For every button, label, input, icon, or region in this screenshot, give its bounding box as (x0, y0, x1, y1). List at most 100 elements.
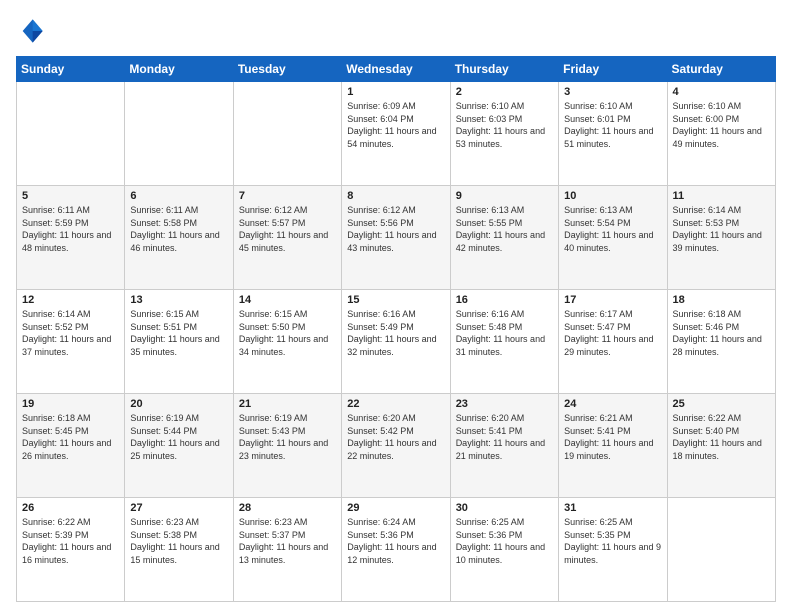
day-number: 8 (347, 190, 444, 202)
calendar-cell (17, 82, 125, 186)
day-info: Sunrise: 6:10 AM Sunset: 6:01 PM Dayligh… (564, 100, 661, 150)
calendar-cell: 4 Sunrise: 6:10 AM Sunset: 6:00 PM Daylig… (667, 82, 775, 186)
calendar-cell: 31 Sunrise: 6:25 AM Sunset: 5:35 PM Dayli… (559, 498, 667, 602)
day-number: 4 (673, 86, 770, 98)
day-number: 24 (564, 398, 661, 410)
day-number: 17 (564, 294, 661, 306)
day-number: 28 (239, 502, 336, 514)
day-info: Sunrise: 6:18 AM Sunset: 5:45 PM Dayligh… (22, 412, 119, 462)
day-info: Sunrise: 6:19 AM Sunset: 5:44 PM Dayligh… (130, 412, 227, 462)
day-info: Sunrise: 6:11 AM Sunset: 5:58 PM Dayligh… (130, 204, 227, 254)
day-number: 19 (22, 398, 119, 410)
day-info: Sunrise: 6:23 AM Sunset: 5:37 PM Dayligh… (239, 516, 336, 566)
calendar-cell: 8 Sunrise: 6:12 AM Sunset: 5:56 PM Daylig… (342, 186, 450, 290)
calendar-cell: 1Sunrise: 6:09 AM Sunset: 6:04 PM Daylig… (342, 82, 450, 186)
day-info: Sunrise: 6:25 AM Sunset: 5:35 PM Dayligh… (564, 516, 661, 566)
calendar-cell: 25Sunrise: 6:22 AM Sunset: 5:40 PM Dayli… (667, 394, 775, 498)
day-info: Sunrise: 6:17 AM Sunset: 5:47 PM Dayligh… (564, 308, 661, 358)
calendar-cell: 5 Sunrise: 6:11 AM Sunset: 5:59 PM Daylig… (17, 186, 125, 290)
day-info: Sunrise: 6:15 AM Sunset: 5:51 PM Dayligh… (130, 308, 227, 358)
day-number: 7 (239, 190, 336, 202)
day-info: Sunrise: 6:12 AM Sunset: 5:56 PM Dayligh… (347, 204, 444, 254)
calendar-table: SundayMondayTuesdayWednesdayThursdayFrid… (16, 56, 776, 602)
calendar-cell: 21Sunrise: 6:19 AM Sunset: 5:43 PM Dayli… (233, 394, 341, 498)
calendar-cell: 11 Sunrise: 6:14 AM Sunset: 5:53 PM Dayli… (667, 186, 775, 290)
day-number: 23 (456, 398, 553, 410)
calendar-cell: 7 Sunrise: 6:12 AM Sunset: 5:57 PM Daylig… (233, 186, 341, 290)
week-row-3: 19 Sunrise: 6:18 AM Sunset: 5:45 PM Dayli… (17, 394, 776, 498)
day-info: Sunrise: 6:25 AM Sunset: 5:36 PM Dayligh… (456, 516, 553, 566)
day-number: 20 (130, 398, 227, 410)
day-number: 27 (130, 502, 227, 514)
day-info: Sunrise: 6:16 AM Sunset: 5:49 PM Dayligh… (347, 308, 444, 358)
calendar-cell: 26Sunrise: 6:22 AM Sunset: 5:39 PM Dayli… (17, 498, 125, 602)
day-number: 25 (673, 398, 770, 410)
calendar-cell: 29 Sunrise: 6:24 AM Sunset: 5:36 PM Dayli… (342, 498, 450, 602)
week-row-4: 26Sunrise: 6:22 AM Sunset: 5:39 PM Dayli… (17, 498, 776, 602)
day-info: Sunrise: 6:24 AM Sunset: 5:36 PM Dayligh… (347, 516, 444, 566)
day-number: 3 (564, 86, 661, 98)
day-info: Sunrise: 6:13 AM Sunset: 5:54 PM Dayligh… (564, 204, 661, 254)
day-info: Sunrise: 6:12 AM Sunset: 5:57 PM Dayligh… (239, 204, 336, 254)
weekday-header-thursday: Thursday (450, 57, 558, 82)
calendar-cell: 17 Sunrise: 6:17 AM Sunset: 5:47 PM Dayli… (559, 290, 667, 394)
day-info: Sunrise: 6:14 AM Sunset: 5:53 PM Dayligh… (673, 204, 770, 254)
day-number: 22 (347, 398, 444, 410)
day-number: 29 (347, 502, 444, 514)
day-info: Sunrise: 6:10 AM Sunset: 6:03 PM Dayligh… (456, 100, 553, 150)
weekday-header-sunday: Sunday (17, 57, 125, 82)
logo (16, 16, 50, 46)
calendar-cell: 13 Sunrise: 6:15 AM Sunset: 5:51 PM Dayli… (125, 290, 233, 394)
calendar-cell: 15 Sunrise: 6:16 AM Sunset: 5:49 PM Dayli… (342, 290, 450, 394)
day-number: 6 (130, 190, 227, 202)
day-number: 21 (239, 398, 336, 410)
day-info: Sunrise: 6:22 AM Sunset: 5:39 PM Dayligh… (22, 516, 119, 566)
calendar-cell: 27 Sunrise: 6:23 AM Sunset: 5:38 PM Dayli… (125, 498, 233, 602)
header (16, 16, 776, 46)
weekday-header-tuesday: Tuesday (233, 57, 341, 82)
weekday-header-saturday: Saturday (667, 57, 775, 82)
calendar-cell: 3 Sunrise: 6:10 AM Sunset: 6:01 PM Daylig… (559, 82, 667, 186)
calendar-cell: 12 Sunrise: 6:14 AM Sunset: 5:52 PM Dayli… (17, 290, 125, 394)
calendar-cell (233, 82, 341, 186)
day-info: Sunrise: 6:21 AM Sunset: 5:41 PM Dayligh… (564, 412, 661, 462)
day-info: Sunrise: 6:15 AM Sunset: 5:50 PM Dayligh… (239, 308, 336, 358)
calendar-cell: 10Sunrise: 6:13 AM Sunset: 5:54 PM Dayli… (559, 186, 667, 290)
day-info: Sunrise: 6:11 AM Sunset: 5:59 PM Dayligh… (22, 204, 119, 254)
day-info: Sunrise: 6:20 AM Sunset: 5:42 PM Dayligh… (347, 412, 444, 462)
day-number: 2 (456, 86, 553, 98)
day-info: Sunrise: 6:10 AM Sunset: 6:00 PM Dayligh… (673, 100, 770, 150)
day-number: 18 (673, 294, 770, 306)
logo-icon (16, 16, 46, 46)
day-info: Sunrise: 6:16 AM Sunset: 5:48 PM Dayligh… (456, 308, 553, 358)
calendar-cell: 30Sunrise: 6:25 AM Sunset: 5:36 PM Dayli… (450, 498, 558, 602)
calendar-cell (125, 82, 233, 186)
calendar-cell: 2 Sunrise: 6:10 AM Sunset: 6:03 PM Daylig… (450, 82, 558, 186)
day-number: 5 (22, 190, 119, 202)
weekday-header-monday: Monday (125, 57, 233, 82)
day-info: Sunrise: 6:23 AM Sunset: 5:38 PM Dayligh… (130, 516, 227, 566)
weekday-header-wednesday: Wednesday (342, 57, 450, 82)
day-info: Sunrise: 6:14 AM Sunset: 5:52 PM Dayligh… (22, 308, 119, 358)
day-number: 12 (22, 294, 119, 306)
day-info: Sunrise: 6:09 AM Sunset: 6:04 PM Dayligh… (347, 100, 444, 150)
calendar-cell: 9 Sunrise: 6:13 AM Sunset: 5:55 PM Daylig… (450, 186, 558, 290)
calendar-cell: 22 Sunrise: 6:20 AM Sunset: 5:42 PM Dayli… (342, 394, 450, 498)
calendar-cell: 19 Sunrise: 6:18 AM Sunset: 5:45 PM Dayli… (17, 394, 125, 498)
day-number: 9 (456, 190, 553, 202)
day-info: Sunrise: 6:20 AM Sunset: 5:41 PM Dayligh… (456, 412, 553, 462)
day-number: 13 (130, 294, 227, 306)
day-info: Sunrise: 6:13 AM Sunset: 5:55 PM Dayligh… (456, 204, 553, 254)
page: SundayMondayTuesdayWednesdayThursdayFrid… (0, 0, 792, 612)
week-row-1: 5 Sunrise: 6:11 AM Sunset: 5:59 PM Daylig… (17, 186, 776, 290)
calendar-cell: 23 Sunrise: 6:20 AM Sunset: 5:41 PM Dayli… (450, 394, 558, 498)
day-number: 11 (673, 190, 770, 202)
calendar-cell (667, 498, 775, 602)
day-number: 15 (347, 294, 444, 306)
day-number: 31 (564, 502, 661, 514)
day-number: 14 (239, 294, 336, 306)
calendar-cell: 28 Sunrise: 6:23 AM Sunset: 5:37 PM Dayli… (233, 498, 341, 602)
calendar-cell: 14 Sunrise: 6:15 AM Sunset: 5:50 PM Dayli… (233, 290, 341, 394)
calendar-cell: 16Sunrise: 6:16 AM Sunset: 5:48 PM Dayli… (450, 290, 558, 394)
calendar-cell: 18Sunrise: 6:18 AM Sunset: 5:46 PM Dayli… (667, 290, 775, 394)
